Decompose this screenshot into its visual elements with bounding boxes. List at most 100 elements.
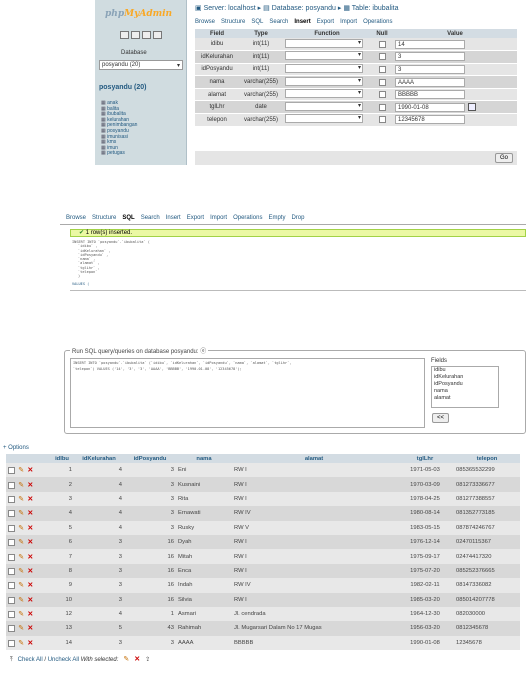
edit-icon[interactable]: ✎	[18, 496, 24, 503]
col-idibu[interactable]: idIbu	[50, 454, 74, 463]
null-checkbox[interactable]	[378, 103, 386, 111]
sidebar-table-item[interactable]: petugas	[101, 151, 181, 157]
function-select[interactable]	[285, 101, 363, 111]
row-checkbox[interactable]	[8, 481, 15, 489]
row-checkbox[interactable]	[8, 567, 15, 575]
home-icon[interactable]	[120, 31, 129, 39]
options-link[interactable]: + Options	[3, 445, 29, 451]
value-input[interactable]: 12345678	[395, 115, 465, 125]
fields-list[interactable]: idibu idKelurahan idPosyandu nama alamat	[431, 366, 499, 408]
null-checkbox[interactable]	[378, 40, 386, 48]
col-tgllhr[interactable]: tglLhr	[396, 454, 454, 463]
delete-icon[interactable]: ✕	[27, 539, 33, 546]
delete-icon[interactable]: ✕	[27, 611, 33, 618]
value-input[interactable]: BBBBB	[395, 90, 465, 100]
tab-search[interactable]: Search	[269, 19, 288, 25]
function-select[interactable]	[285, 51, 363, 61]
field-option[interactable]: idibu	[432, 367, 498, 374]
col-telepon[interactable]: telepon	[454, 454, 520, 463]
function-select[interactable]	[285, 89, 363, 99]
query-window-icon[interactable]	[142, 31, 151, 39]
calendar-icon[interactable]	[468, 103, 476, 112]
help-icon[interactable]: ⓔ	[200, 349, 206, 355]
col-nama[interactable]: nama	[176, 454, 232, 463]
delete-icon[interactable]: ✕	[27, 467, 33, 474]
delete-icon[interactable]: ✕	[27, 510, 33, 517]
null-checkbox[interactable]	[378, 78, 386, 86]
edit-icon[interactable]: ✎	[18, 597, 24, 604]
delete-icon[interactable]: ✕	[27, 554, 33, 561]
edit-icon[interactable]: ✎	[18, 510, 24, 517]
tab-drop[interactable]: Drop	[291, 215, 304, 221]
delete-icon[interactable]: ✕	[27, 640, 33, 647]
field-option[interactable]: idKelurahan	[432, 374, 498, 381]
tab-structure[interactable]: Structure	[221, 19, 245, 25]
check-all-link[interactable]: Check All	[18, 657, 43, 663]
null-checkbox[interactable]	[378, 116, 386, 124]
delete-icon[interactable]: ✕	[27, 525, 33, 532]
value-input[interactable]: 3	[395, 52, 465, 62]
row-checkbox[interactable]	[8, 611, 15, 619]
tab-insert[interactable]: Insert	[166, 215, 181, 221]
value-input[interactable]: 14	[395, 39, 465, 49]
edit-icon[interactable]: ✎	[18, 625, 24, 632]
edit-icon[interactable]: ✎	[18, 554, 24, 561]
edit-icon[interactable]: ✎	[18, 467, 24, 474]
breadcrumb-server[interactable]: Server: localhost	[204, 5, 256, 12]
breadcrumb-table[interactable]: Table: ibubalita	[352, 5, 399, 12]
uncheck-all-link[interactable]: Uncheck All	[48, 657, 79, 663]
tab-empty[interactable]: Empty	[268, 215, 285, 221]
tab-import[interactable]: Import	[210, 215, 227, 221]
field-option[interactable]: nama	[432, 388, 498, 395]
phpmyadmin-logo[interactable]: phpMyAdmin	[105, 9, 172, 19]
row-checkbox[interactable]	[8, 582, 15, 590]
delete-selected-icon[interactable]: ✕	[134, 656, 140, 663]
row-checkbox[interactable]	[8, 553, 15, 561]
field-option[interactable]: idPosyandu	[432, 381, 498, 388]
edit-icon[interactable]: ✎	[18, 539, 24, 546]
tab-import[interactable]: Import	[340, 19, 357, 25]
null-checkbox[interactable]	[378, 91, 386, 99]
insert-field-button[interactable]: <<	[432, 413, 450, 423]
col-idposyandu[interactable]: idPosyandu	[124, 454, 176, 463]
function-select[interactable]	[285, 76, 363, 86]
edit-icon[interactable]: ✎	[18, 640, 24, 647]
delete-icon[interactable]: ✕	[27, 482, 33, 489]
value-input[interactable]: 3	[395, 64, 465, 74]
null-checkbox[interactable]	[378, 65, 386, 73]
export-selected-icon[interactable]: ⇪	[145, 657, 150, 663]
field-option[interactable]: alamat	[432, 395, 498, 402]
edit-icon[interactable]: ✎	[18, 525, 24, 532]
tab-export[interactable]: Export	[317, 19, 334, 25]
row-checkbox[interactable]	[8, 596, 15, 604]
delete-icon[interactable]: ✕	[27, 568, 33, 575]
row-checkbox[interactable]	[8, 539, 15, 547]
database-select[interactable]: posyandu (20) ▾	[99, 60, 183, 70]
tab-export[interactable]: Export	[187, 215, 204, 221]
tab-operations[interactable]: Operations	[363, 19, 392, 25]
delete-icon[interactable]: ✕	[27, 582, 33, 589]
tab-sql[interactable]: SQL	[251, 19, 263, 25]
tab-insert[interactable]: Insert	[294, 19, 310, 25]
function-select[interactable]	[285, 114, 363, 124]
edit-icon[interactable]: ✎	[18, 568, 24, 575]
col-alamat[interactable]: alamat	[232, 454, 396, 463]
tab-browse[interactable]: Browse	[66, 215, 86, 221]
delete-icon[interactable]: ✕	[27, 597, 33, 604]
edit-icon[interactable]: ✎	[18, 582, 24, 589]
sql-textarea[interactable]: INSERT INTO `posyandu`.`ibubalita` (`idi…	[70, 358, 425, 428]
function-select[interactable]	[285, 63, 363, 73]
tab-sql[interactable]: SQL	[122, 215, 134, 221]
row-checkbox[interactable]	[8, 524, 15, 532]
tab-operations[interactable]: Operations	[233, 215, 262, 221]
tab-structure[interactable]: Structure	[92, 215, 116, 221]
function-select[interactable]	[285, 38, 363, 48]
docs-icon[interactable]	[153, 31, 162, 39]
row-checkbox[interactable]	[8, 639, 15, 647]
row-checkbox[interactable]	[8, 510, 15, 518]
edit-icon[interactable]: ✎	[18, 482, 24, 489]
breadcrumb-database[interactable]: Database: posyandu	[272, 5, 336, 12]
row-checkbox[interactable]	[8, 467, 15, 475]
database-heading[interactable]: posyandu (20)	[99, 84, 146, 91]
delete-icon[interactable]: ✕	[27, 625, 33, 632]
